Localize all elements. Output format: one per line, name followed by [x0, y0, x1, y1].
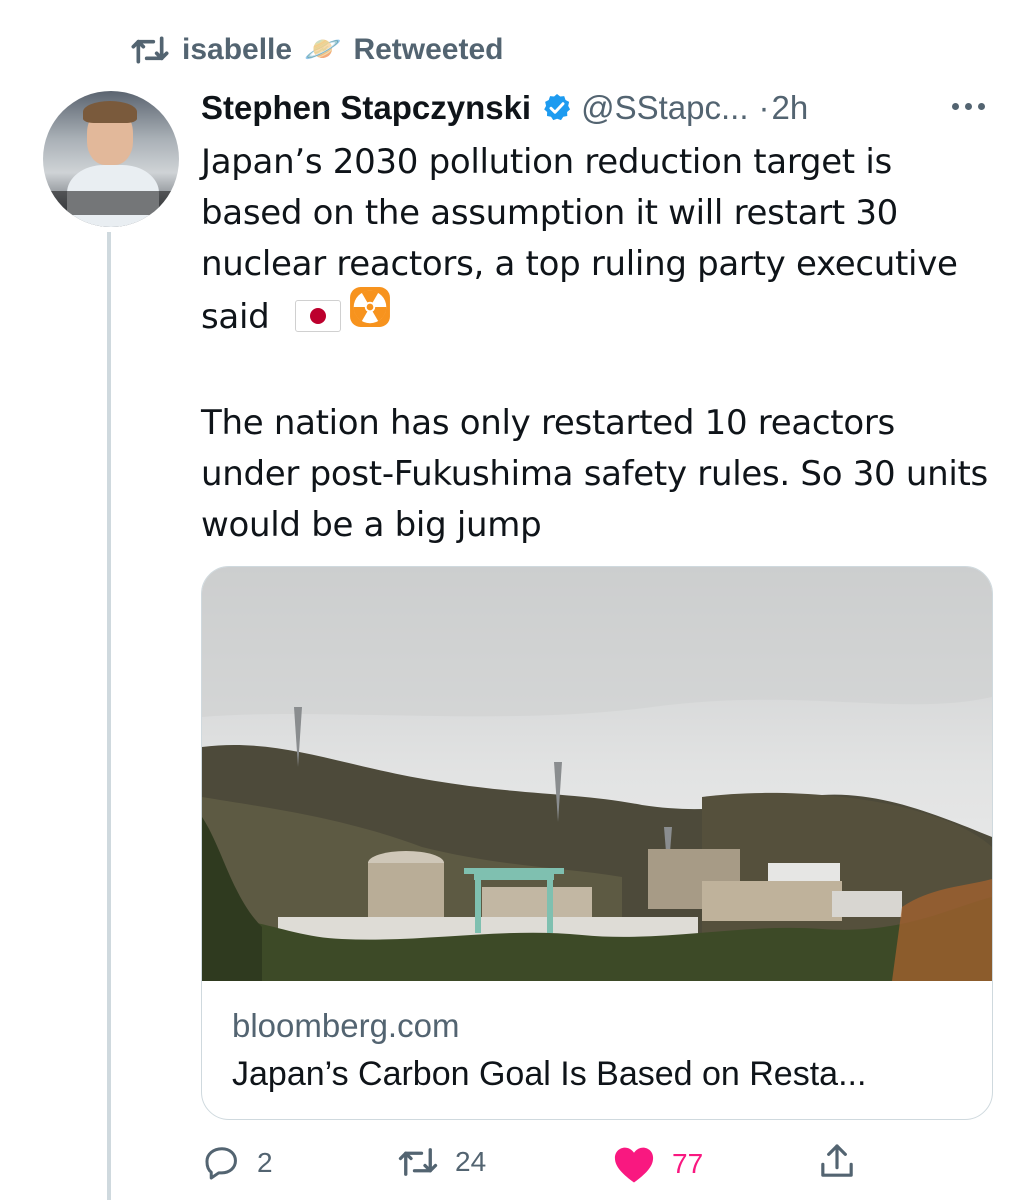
avatar[interactable] [43, 91, 179, 227]
card-domain: bloomberg.com [232, 1007, 460, 1044]
link-card[interactable]: bloomberg.com Japan’s Carbon Goal Is Bas… [201, 566, 993, 1120]
more-dots-icon[interactable] [945, 86, 991, 126]
author-handle[interactable]: @SStapc... [581, 89, 748, 127]
retweet-icon [397, 1144, 439, 1180]
author-name[interactable]: Stephen Stapczynski [201, 89, 531, 127]
retweet-button[interactable]: 24 [397, 1144, 486, 1180]
verified-badge-icon [531, 92, 581, 124]
reply-button[interactable]: 2 [203, 1144, 273, 1182]
card-image [202, 567, 992, 981]
like-count: 77 [672, 1148, 704, 1179]
tweet-text: Japan’s 2030 pollution reduction target … [201, 137, 1001, 551]
action-bar: 2 24 77 [0, 1140, 1035, 1190]
share-icon [817, 1140, 857, 1182]
retweeter-emoji: 🪐 [304, 33, 342, 66]
tweet-paragraph-1: Japan’s 2030 pollution reduction target … [201, 137, 1001, 347]
thread-line [107, 232, 111, 1200]
share-button[interactable] [817, 1140, 857, 1182]
retweet-count: 24 [455, 1146, 487, 1177]
japan-flag-icon [295, 299, 342, 332]
reply-count: 2 [257, 1147, 273, 1178]
retweet-icon [130, 33, 170, 67]
tweet-time[interactable]: 2h [772, 89, 809, 127]
radioactive-icon [349, 286, 391, 343]
retweet-banner: isabelle 🪐 Retweeted [130, 26, 503, 74]
like-button[interactable]: 77 [612, 1144, 703, 1184]
retweeter-name[interactable]: isabelle [182, 33, 292, 67]
retweeted-label: Retweeted [353, 33, 504, 66]
separator-dot: · [758, 89, 770, 126]
heart-icon [612, 1144, 656, 1184]
tweet-header: Stephen Stapczynski @SStapc... · 2h [201, 82, 808, 134]
tweet-paragraph-2: The nation has only restarted 10 reactor… [201, 403, 988, 545]
card-title: Japan’s Carbon Goal Is Based on Resta... [232, 1055, 867, 1093]
reply-icon [203, 1144, 241, 1182]
